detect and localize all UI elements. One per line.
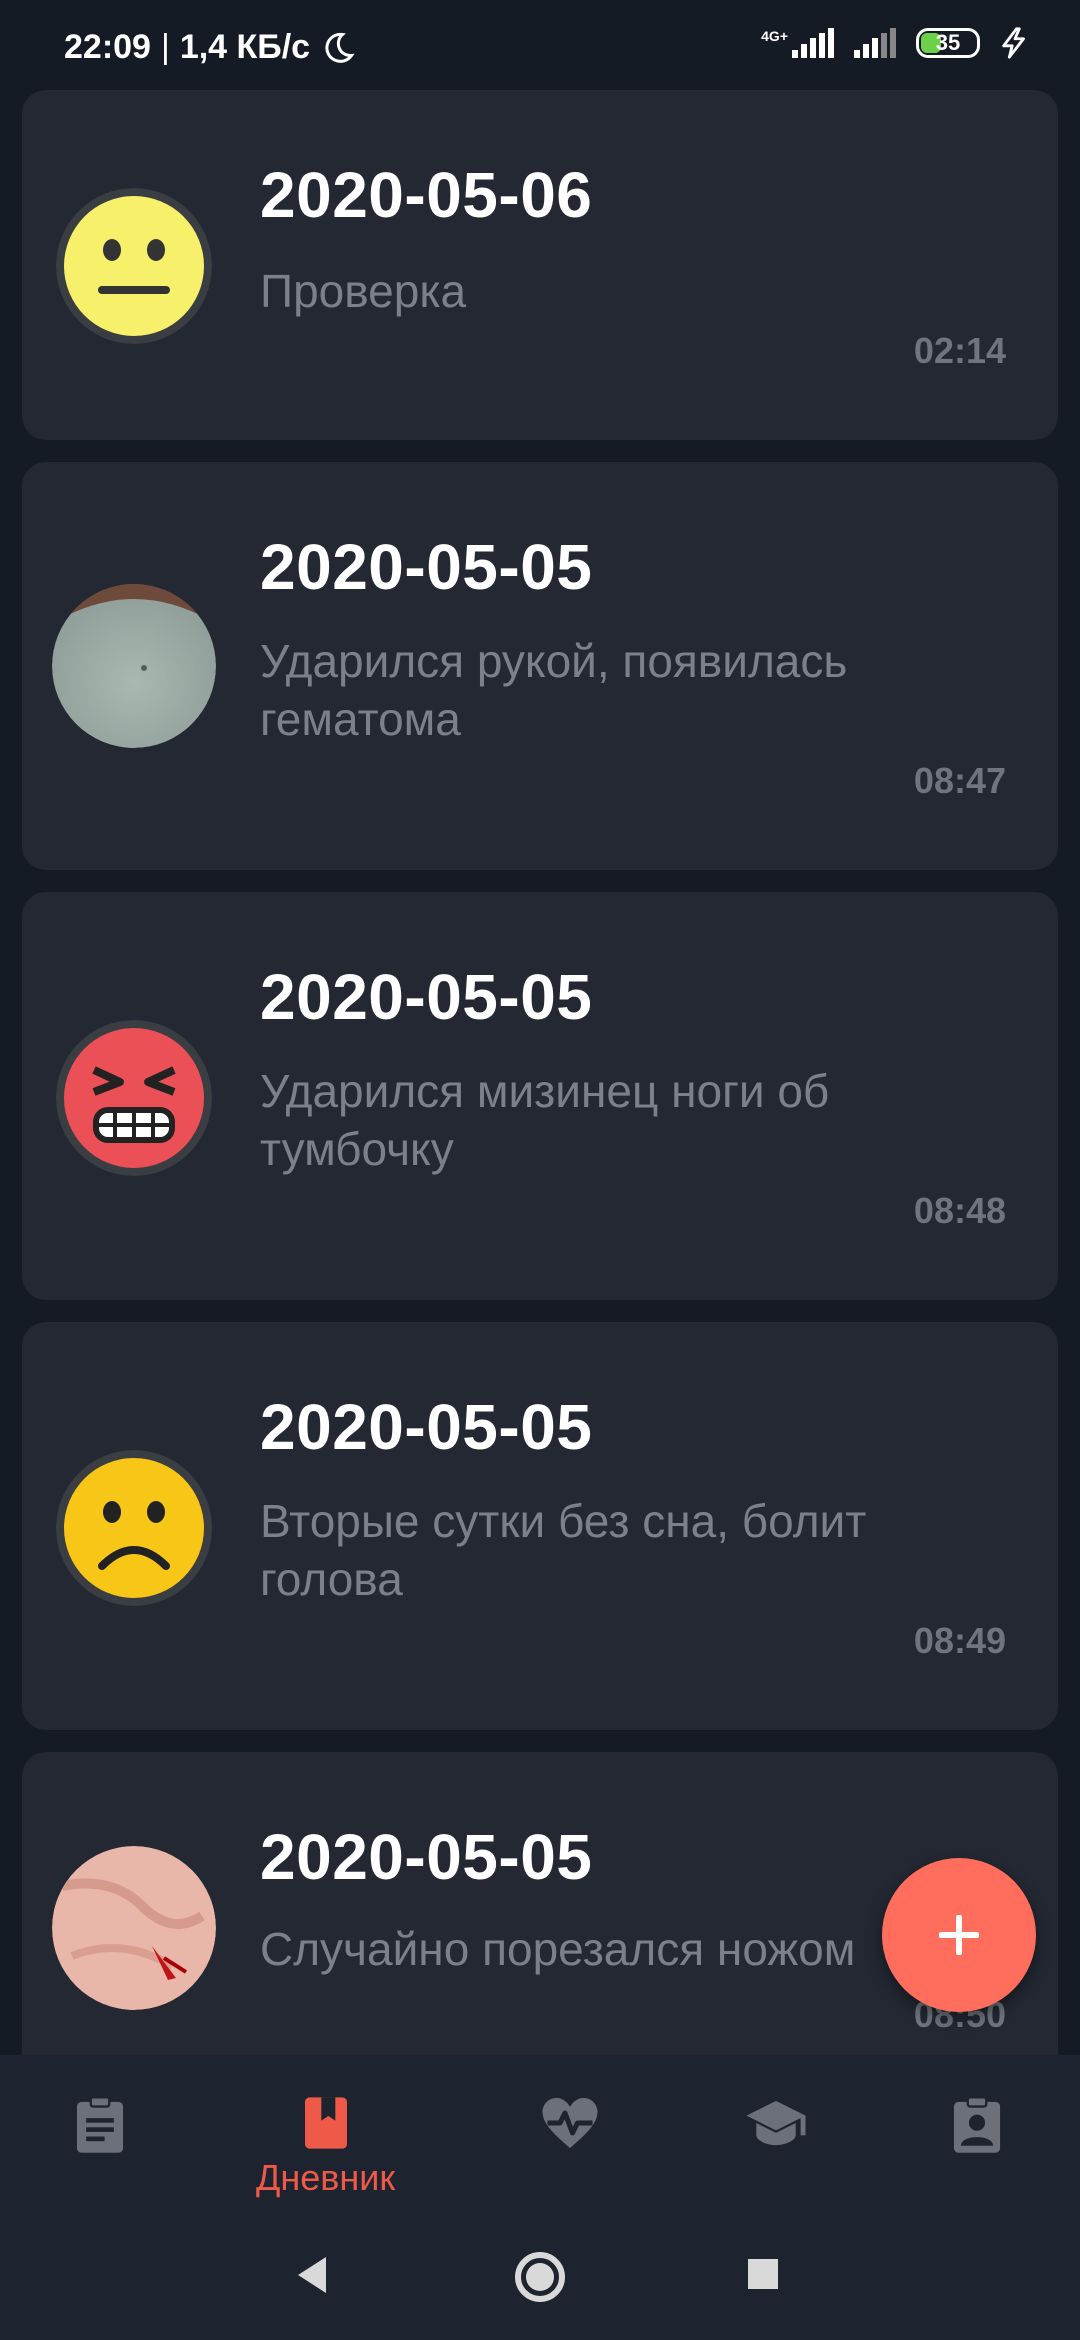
add-entry-button[interactable] <box>882 1858 1036 2012</box>
entry-text: Вторые сутки без сна, болит голова <box>260 1495 867 1605</box>
nav-item-profile[interactable] <box>950 2095 1004 2155</box>
moon-icon <box>325 32 355 63</box>
diary-entry-card[interactable]: 2020-05-06 Проверка 02:14 <box>22 90 1058 440</box>
plus-icon <box>939 1915 979 1955</box>
signal-icon-2 <box>854 28 896 58</box>
nav-item-clipboard[interactable] <box>72 2095 128 2155</box>
cut-finger-photo <box>52 1846 216 2010</box>
heart-pulse-icon <box>542 2098 598 2148</box>
entry-date: 2020-05-05 <box>260 531 593 603</box>
entry-date: 2020-05-05 <box>260 1391 593 1463</box>
entry-time: 08:47 <box>913 760 1006 801</box>
diary-entry-card[interactable]: 2020-05-05 Ударился рукой, появилась гем… <box>22 462 1058 870</box>
entry-time: 02:14 <box>913 330 1006 371</box>
nav-item-diary[interactable]: Дневник <box>256 2095 395 2199</box>
nav-item-health[interactable] <box>540 2095 600 2151</box>
home-icon[interactable] <box>514 2251 566 2303</box>
neutral-face-icon <box>56 188 212 344</box>
diary-entry-list[interactable]: 2020-05-06 Проверка 02:14 2020-05-05 Уда… <box>22 90 1058 2055</box>
diary-entry-card[interactable]: 2020-05-05 Вторые сутки без сна, болит г… <box>22 1322 1058 1730</box>
entry-date: 2020-05-06 <box>260 159 593 231</box>
charging-icon <box>1002 27 1025 59</box>
battery-icon: 35 <box>916 28 980 58</box>
entry-date: 2020-05-05 <box>260 1821 593 1893</box>
frowning-face-icon <box>56 1450 212 1606</box>
status-bar-right: 4G+ 35 <box>761 26 1032 60</box>
entry-text: Ударился мизинец ноги об тумбочку <box>260 1065 830 1175</box>
clipboard-icon <box>76 2096 124 2153</box>
recents-icon[interactable] <box>746 2257 780 2291</box>
profile-badge-icon <box>953 2096 1001 2153</box>
status-separator: | <box>160 28 170 66</box>
status-speed: 1,4 КБ/с <box>179 28 311 66</box>
angry-face-icon <box>56 1020 212 1176</box>
network-type: 4G+ <box>761 28 788 44</box>
system-navigation-bar <box>0 2225 1080 2340</box>
diary-entry-card[interactable]: 2020-05-05 Ударился мизинец ноги об тумб… <box>22 892 1058 1300</box>
entry-text: Проверка <box>260 265 467 317</box>
status-time: 22:09 <box>64 28 151 66</box>
entry-text: Случайно порезался ножом <box>260 1923 856 1975</box>
entry-date: 2020-05-05 <box>260 961 593 1033</box>
bottom-navigation: Дневник <box>0 2055 1080 2225</box>
diary-bookmark-icon <box>304 2097 347 2149</box>
entry-time: 08:48 <box>913 1190 1006 1231</box>
entry-time: 08:49 <box>913 1620 1006 1661</box>
battery-level: 35 <box>935 30 961 55</box>
graduation-cap-icon <box>746 2100 806 2146</box>
entry-text: Ударился рукой, появилась гематома <box>260 635 848 745</box>
back-icon[interactable] <box>294 2255 330 2295</box>
bruise-photo <box>52 584 216 748</box>
status-bar-left: 22:09 | 1,4 КБ/с <box>64 28 356 67</box>
signal-icon <box>792 28 834 58</box>
network-indicator: 4G+ <box>761 28 836 58</box>
status-bar: 22:09 | 1,4 КБ/с 4G+ 35 <box>0 0 1080 90</box>
nav-label-diary: Дневник <box>256 2157 396 2198</box>
nav-item-education[interactable] <box>744 2095 808 2151</box>
